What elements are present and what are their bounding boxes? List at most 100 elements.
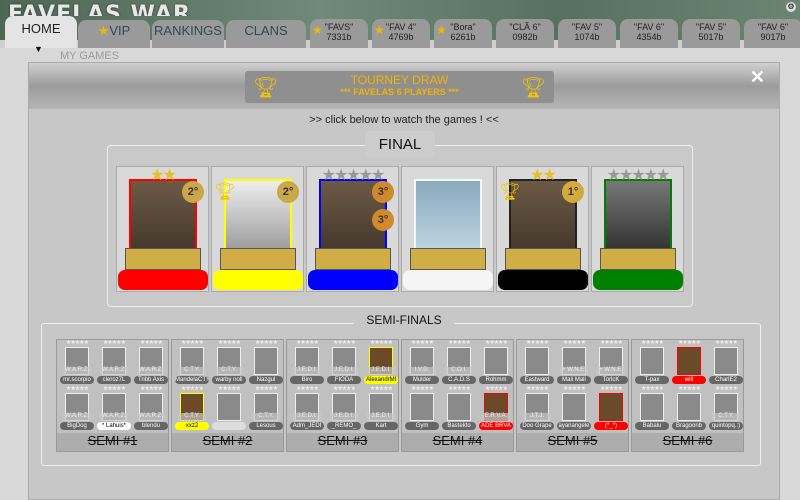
final-player-card[interactable]: 🏆︎ 2° xyxy=(211,166,304,292)
final-player-card[interactable]: ★★ 2° xyxy=(116,166,209,292)
mini-player-card[interactable]: ★★★★★ C.O.I. C.A.D.S xyxy=(441,340,477,388)
semi-label[interactable]: SEMI #5 xyxy=(517,433,628,451)
player-name: Babalu xyxy=(635,422,669,430)
mini-player-card[interactable]: ★★★★★ Gym xyxy=(404,386,440,434)
mini-player-card[interactable]: ★★★★★ Bastekto xyxy=(441,386,477,434)
player-color-bar xyxy=(308,270,398,290)
mini-player-card[interactable]: ★★★★★ CharlE2 xyxy=(708,340,744,388)
mini-player-card[interactable]: ★★★★★ W.A.R.Z. BigDog xyxy=(59,386,95,434)
rank-stars-icon: ★★★★★ xyxy=(255,340,278,346)
mini-player-card[interactable]: ★★★★★ + W.N.E. TorlcK xyxy=(593,340,629,388)
semi-group[interactable]: ★★★★★ J.E.D.I. Biro ★★★★★ J.E.D.I. FIODA ★★★★★… xyxy=(286,339,399,452)
fav-tab-name: "FAV 6" xyxy=(633,22,665,32)
rank-stars-icon: ★★★★★ xyxy=(411,386,434,392)
mini-player-card[interactable]: ★★★★★ J.E.D.I. Adm_JEDI xyxy=(289,386,325,434)
mini-player-card[interactable]: ★★★★★ W.A.R.Z. blendu xyxy=(133,386,169,434)
semi-group[interactable]: ★★★★★ I.V.D. Mulder ★★★★★ C.O.I. C.A.D.S ★★★★★… xyxy=(401,339,514,452)
final-player-card[interactable] xyxy=(401,166,494,292)
mini-player-card[interactable]: ★★★★★ Babalu xyxy=(634,386,670,434)
mini-player-card[interactable]: ★★★★★ C.T.Y. quintopq.:) xyxy=(708,386,744,434)
player-name: TorlcK xyxy=(594,376,628,384)
fav-tab-name: "FAV 6" xyxy=(757,22,789,32)
rank-stars-icon: ★★★★★ xyxy=(715,340,738,346)
mini-player-card[interactable]: ★★★★★ C.T.Y. MandelaCTY xyxy=(174,340,210,388)
player-name: * Lahuis* xyxy=(97,422,131,430)
mini-player-card[interactable]: ★★★★★ C.T.Y. warby noll xyxy=(211,340,247,388)
semi-label[interactable]: SEMI #2 xyxy=(172,433,283,451)
fav-tab-name: "FAV 5" xyxy=(695,22,727,32)
player-color-bar xyxy=(593,270,683,290)
mini-player-card[interactable]: ★★★★★ Rohmm xyxy=(478,340,514,388)
mini-player-card[interactable]: ★★★★★ Bragoonb xyxy=(671,386,707,434)
player-name xyxy=(212,422,246,430)
clan-plate xyxy=(125,248,201,270)
semi-group[interactable]: ★★★★★ Eastward ★★★★★ + W.N.E. Mali Mali ★★★★★… xyxy=(516,339,629,452)
mini-player-card[interactable]: ★★★★★ ayanangele xyxy=(556,386,592,434)
mini-player-card[interactable]: ★★★★★ Eastward xyxy=(519,340,555,388)
mini-player-card[interactable]: ★★★★★ E.R.V.A. ADE BRVA xyxy=(478,386,514,434)
semi-group[interactable]: ★★★★★ W.A.R.Z. mr.scorpio ★★★★★ W.A.R.Z. cler… xyxy=(56,339,169,452)
rank-stars-icon: ★★★★★ xyxy=(641,340,664,346)
clan-tag: C.T.Y. xyxy=(712,413,740,421)
trophy-icon: 🏆︎ xyxy=(520,77,546,99)
mini-player-card[interactable]: ★★★★★ xyxy=(211,386,247,434)
semi-label[interactable]: SEMI #1 xyxy=(57,433,168,451)
settings-icon[interactable]: ⚙ xyxy=(786,2,796,12)
rank-stars-icon: ★★★★★ xyxy=(66,340,89,346)
mini-player-card[interactable]: ★★★★★ J.E.D.I. Kart xyxy=(363,386,399,434)
fav-tab[interactable]: ★ "FAVS" 7331b xyxy=(310,19,368,48)
semi-label[interactable]: SEMI #4 xyxy=(402,433,513,451)
final-player-card[interactable]: ★★★★★ xyxy=(591,166,684,292)
trophy-icon: 🏆︎ xyxy=(499,182,521,201)
mini-player-card[interactable]: ★★★★★ (*_*) xyxy=(593,386,629,434)
rank-stars-icon: ★★★★★ xyxy=(103,340,126,346)
fav-tab[interactable]: "FAV 6" 4354b xyxy=(620,19,678,48)
tab-rankings[interactable]: RANKINGS xyxy=(152,20,224,48)
fav-tab[interactable]: ★ "FAV 4" 4769b xyxy=(372,19,430,48)
fav-tab[interactable]: "CLÃ 6" 0982b xyxy=(496,19,554,48)
mini-player-card[interactable]: ★★★★★ J.T.J. Doo Grape xyxy=(519,386,555,434)
mini-player-card[interactable]: ★★★★★ J.E.D.I. _REMO_ xyxy=(326,386,362,434)
mini-player-card[interactable]: ★★★★★ Nazgul xyxy=(248,340,284,388)
final-player-card[interactable]: ★★ 🏆︎ 1° xyxy=(496,166,589,292)
player-avatar xyxy=(640,393,664,421)
clan-plate xyxy=(600,248,676,270)
tab-clans[interactable]: CLANS xyxy=(226,20,306,48)
semi-group[interactable]: ★★★★★ C.T.Y. MandelaCTY ★★★★★ C.T.Y. warby no… xyxy=(171,339,284,452)
final-player-card[interactable]: ★★★★★ 3° 3° xyxy=(306,166,399,292)
mini-player-card[interactable]: ★★★★★ will xyxy=(671,340,707,388)
semi-label[interactable]: SEMI #3 xyxy=(287,433,398,451)
mini-player-card[interactable]: ★★★★★ J.E.D.I. Biro xyxy=(289,340,325,388)
tab-vip[interactable]: ★VIP xyxy=(78,20,150,48)
semifinals-label: SEMI-FINALS xyxy=(354,313,454,331)
mini-player-card[interactable]: ★★★★★ J.E.D.I. FIODA xyxy=(326,340,362,388)
title-banner: 🏆︎ TOURNEY DRAW *** FAVELAS 6 PLAYERS **… xyxy=(245,71,554,103)
semi-label[interactable]: SEMI #6 xyxy=(632,433,743,451)
player-name: _REMO_ xyxy=(327,422,361,430)
mini-player-card[interactable]: ★★★★★ W.A.R.Z. mr.scorpio xyxy=(59,340,95,388)
mini-player-card[interactable]: ★★★★★ T-pax xyxy=(634,340,670,388)
mini-player-card[interactable]: ★★★★★ I.V.D. Mulder xyxy=(404,340,440,388)
clan-plate xyxy=(315,248,391,270)
mini-player-card[interactable]: ★★★★★ C.T.Y. Lesous xyxy=(248,386,284,434)
rank-stars-icon: ★★★★★ xyxy=(140,340,163,346)
mini-player-card[interactable]: ★★★★★ W.A.R.Z. * Lahuis* xyxy=(96,386,132,434)
player-name: Adm_JEDI xyxy=(290,422,324,430)
player-name: Tribb Axis xyxy=(134,376,168,384)
fav-tab[interactable]: "FAV 5" 5017b xyxy=(682,19,740,48)
rank-stars-icon: ★★★★★ xyxy=(333,386,356,392)
semi-group[interactable]: ★★★★★ T-pax ★★★★★ will ★★★★★ CharlE2 ★★★★★ Baba… xyxy=(631,339,744,452)
mini-player-card[interactable]: ★★★★★ + W.N.E. Mali Mali xyxy=(556,340,592,388)
player-name: AlexandrMl xyxy=(364,376,398,384)
close-button[interactable]: ✕ xyxy=(750,67,765,88)
player-name: blendu xyxy=(134,422,168,430)
mini-player-card[interactable]: ★★★★★ W.A.R.Z. Tribb Axis xyxy=(133,340,169,388)
mini-player-card[interactable]: ★★★★★ W.A.R.Z. cleroz7L xyxy=(96,340,132,388)
player-name: Doo Grape xyxy=(520,422,554,430)
fav-tab[interactable]: "FAV 6" 9017b xyxy=(744,19,800,48)
clan-plate xyxy=(505,248,581,270)
mini-player-card[interactable]: ★★★★★ C.T.Y. xxz2 xyxy=(174,386,210,434)
fav-tab[interactable]: ★ "Bora" 6261b xyxy=(434,19,492,48)
mini-player-card[interactable]: ★★★★★ J.E.D.I. AlexandrMl xyxy=(363,340,399,388)
fav-tab[interactable]: "FAV 5" 1074b xyxy=(558,19,616,48)
